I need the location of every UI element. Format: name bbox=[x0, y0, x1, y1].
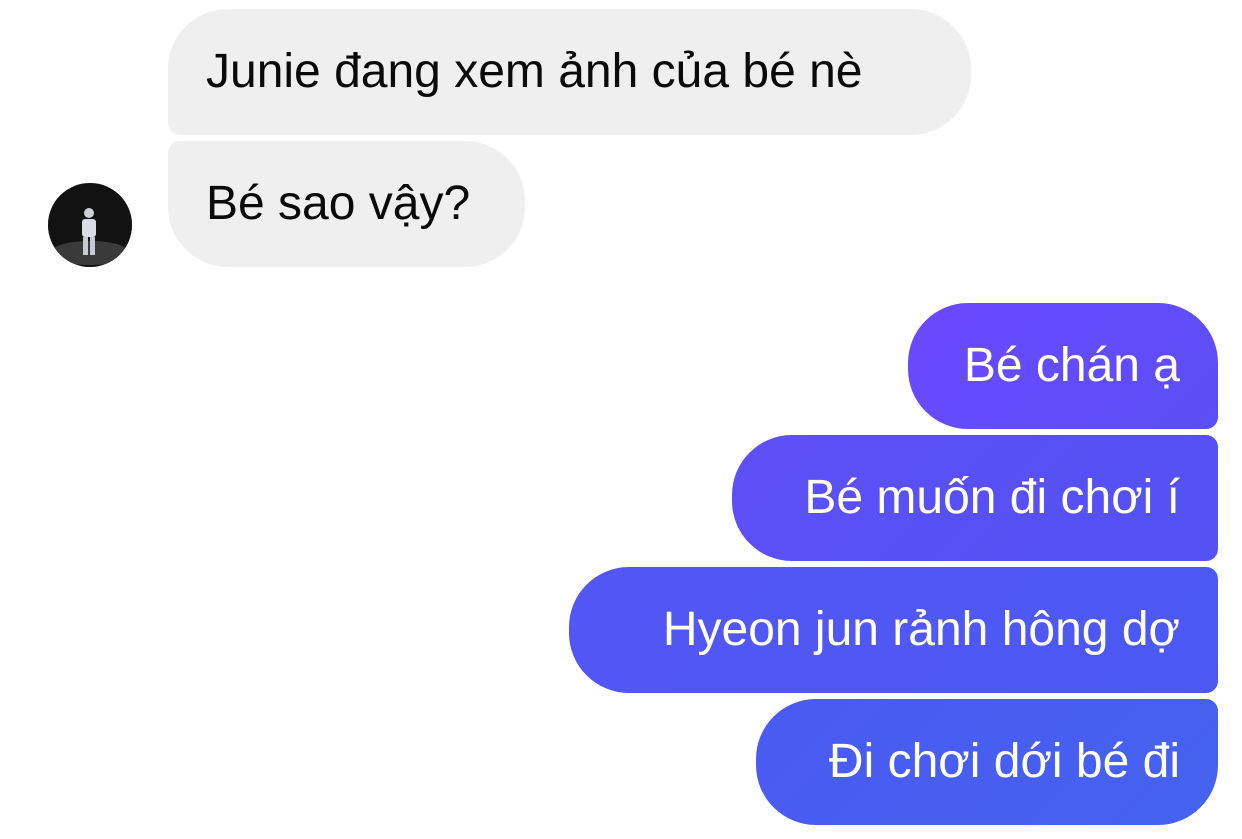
outgoing-message-bubble[interactable]: Hyeon jun rảnh hông dợ bbox=[569, 567, 1218, 693]
outgoing-message-bubble[interactable]: Bé muốn đi chơi í bbox=[732, 435, 1218, 561]
message-text: Đi chơi dới bé đi bbox=[828, 735, 1180, 788]
incoming-message-bubble[interactable]: Junie đang xem ảnh của bé nè bbox=[168, 9, 971, 135]
message-text: Bé muốn đi chơi í bbox=[804, 471, 1180, 524]
incoming-message-bubble[interactable]: Bé sao vậy? bbox=[168, 141, 525, 267]
message-text: Bé sao vậy? bbox=[206, 177, 471, 230]
contact-avatar[interactable] bbox=[48, 183, 132, 267]
outgoing-message-bubble[interactable]: Bé chán ạ bbox=[908, 303, 1218, 429]
person-silhouette-icon bbox=[48, 183, 132, 267]
message-text: Bé chán ạ bbox=[963, 339, 1180, 392]
message-text: Hyeon jun rảnh hông dợ bbox=[662, 603, 1180, 656]
outgoing-message-bubble[interactable]: Đi chơi dới bé đi bbox=[756, 699, 1218, 825]
message-thread[interactable]: Junie đang xem ảnh của bé nè Bé sao vậy?… bbox=[0, 0, 1242, 839]
message-text: Junie đang xem ảnh của bé nè bbox=[206, 45, 863, 98]
